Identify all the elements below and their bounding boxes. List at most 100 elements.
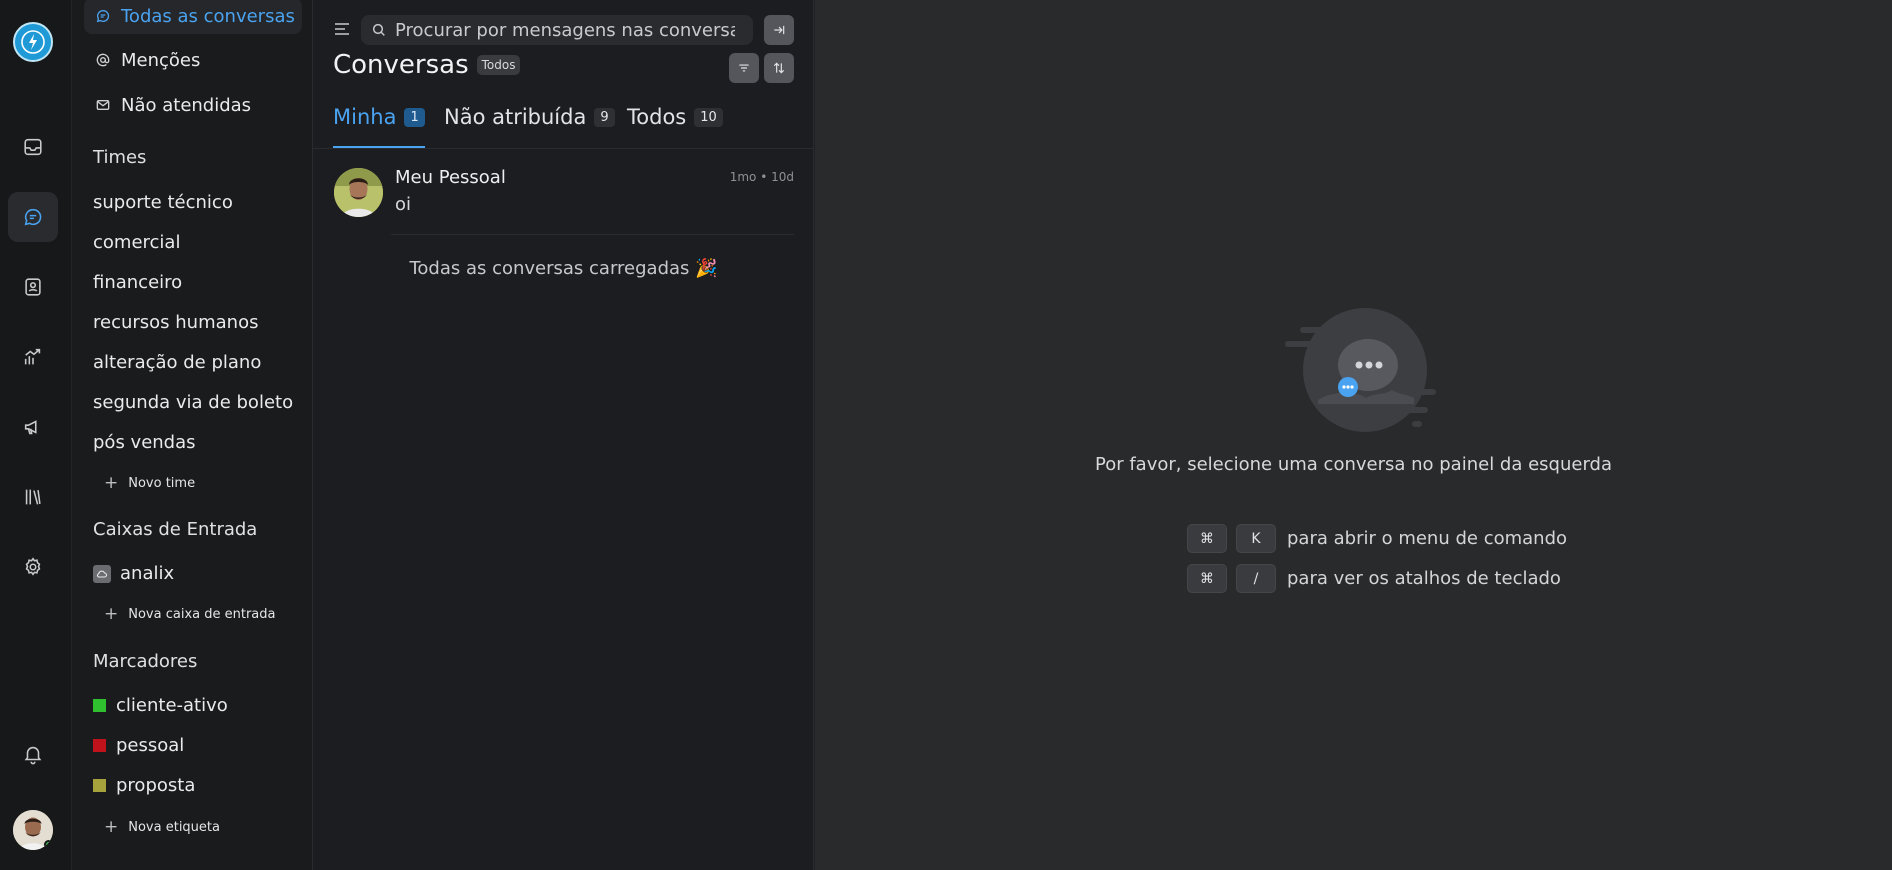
conversation-timestamp: 1mo • 10d [729,170,794,184]
tab-count-badge: 9 [594,107,615,127]
command-key: ⌘ [1187,564,1227,593]
online-status-dot [44,840,53,849]
label-color-swatch [93,779,106,792]
sidebar-item-label: Não atendidas [121,94,252,116]
team-item[interactable]: alteração de plano [93,352,261,373]
plus-icon: + [104,604,119,624]
labels-heading: Marcadores [93,651,198,672]
bell-icon [24,746,42,765]
campaigns-nav-button[interactable] [8,402,58,452]
label-color-swatch [93,699,106,712]
conversation-last-message: oi [395,194,412,215]
collapse-panel-button[interactable] [764,15,794,45]
new-label-label: Nova etiqueta [128,819,220,835]
tab-unassigned[interactable]: Não atribuída 9 [444,100,615,134]
search-icon [372,23,385,36]
label-item-cliente-ativo[interactable]: cliente-ativo [93,695,228,716]
filter-icon [739,64,749,72]
chat-icon [95,8,111,24]
tab-all[interactable]: Todos 10 [627,100,723,134]
label-item-name: cliente-ativo [116,695,228,716]
new-label-button[interactable]: + Nova etiqueta [104,817,220,837]
arrow-to-right-icon [774,25,785,35]
new-team-button[interactable]: + Novo time [104,473,195,493]
label-color-swatch [93,739,106,752]
library-icon [25,489,41,505]
team-item[interactable]: financeiro [93,272,182,293]
notifications-button[interactable] [8,729,58,779]
sort-button[interactable] [764,53,794,83]
tabs-divider [313,148,814,149]
teams-heading: Times [93,147,147,168]
sidebar-item-label: Menções [121,49,201,71]
sidebar-item-all-conversations[interactable]: Todas as conversas [84,0,302,34]
shortcut-command-menu: ⌘ K para abrir o menu de comando [1187,524,1567,553]
label-item-name: pessoal [116,735,185,756]
sidebar-item-unattended[interactable]: Não atendidas [84,87,251,123]
inbox-item-analix[interactable]: analix [93,563,174,584]
library-nav-button[interactable] [8,472,58,522]
inbox-icon [24,138,42,156]
mail-icon [95,97,111,113]
label-item-proposta[interactable]: proposta [93,775,195,796]
conversation-list-panel: Conversas Todos Minha 1 Não atribuída 9 … [313,0,814,870]
page-title: Conversas Todos [333,50,521,80]
tab-label: Minha [333,105,397,129]
conversation-tabs: Minha 1 Não atribuída 9 Todos 10 [333,100,814,148]
tab-count-badge: 10 [694,107,723,127]
sidebar-item-label: Todas as conversas [121,5,295,27]
tab-label: Não atribuída [444,105,587,129]
new-inbox-label: Nova caixa de entrada [128,606,276,622]
user-avatar[interactable] [13,810,53,850]
contact-avatar [334,168,383,217]
shortcut-description: para abrir o menu de comando [1287,528,1568,549]
settings-nav-button[interactable] [8,542,58,592]
inboxes-heading: Caixas de Entrada [93,519,258,540]
team-item[interactable]: comercial [93,232,180,253]
team-item[interactable]: recursos humanos [93,312,258,333]
slash-key: / [1236,564,1276,593]
shortcut-keyboard-shortcuts: ⌘ / para ver os atalhos de teclado [1187,564,1561,593]
plus-icon: + [104,817,119,837]
reports-nav-button[interactable] [8,332,58,382]
command-key: ⌘ [1187,524,1227,553]
new-team-label: Novo time [128,475,196,491]
campaigns-icon [24,420,37,435]
plus-icon: + [104,473,119,493]
k-key: K [1236,524,1276,553]
team-item[interactable]: segunda via de boleto [93,392,293,413]
all-loaded-message: Todas as conversas carregadas 🎉 [409,258,718,279]
label-item-pessoal[interactable]: pessoal [93,735,184,756]
empty-state-message: Por favor, selecione uma conversa no pai… [1094,454,1613,475]
app-logo[interactable] [13,22,53,62]
team-item[interactable]: pós vendas [93,432,196,453]
conversations-icon [24,208,42,226]
page-title-text: Conversas [333,50,469,80]
tab-label: Todos [627,105,687,129]
contacts-nav-button[interactable] [8,262,58,312]
reports-icon [24,348,41,365]
sidebar-item-mentions[interactable]: Menções [84,42,200,78]
tab-mine[interactable]: Minha 1 [333,100,425,134]
conversation-divider [391,234,794,235]
shortcut-description: para ver os atalhos de teclado [1287,568,1561,589]
conversation-item[interactable]: Meu Pessoal oi 1mo • 10d [313,160,814,236]
settings-icon [25,557,41,576]
inbox-nav-button[interactable] [8,122,58,172]
new-inbox-button[interactable]: + Nova caixa de entrada [104,604,275,624]
conversations-nav-button[interactable] [8,192,58,242]
tab-count-badge: 1 [404,107,425,127]
status-filter-pill[interactable]: Todos [476,55,521,75]
search-bar[interactable] [361,15,753,45]
icon-rail [0,0,72,870]
menu-icon[interactable] [333,21,351,37]
sort-icon [773,62,785,74]
empty-chat-illustration [1285,308,1436,432]
team-item[interactable]: suporte técnico [93,192,233,213]
conversation-detail-pane: Por favor, selecione uma conversa no pai… [815,0,1892,870]
search-input[interactable] [395,19,735,41]
label-item-name: proposta [116,775,196,796]
contacts-icon [25,278,41,296]
conversation-contact-name: Meu Pessoal [395,167,506,188]
filter-button[interactable] [729,53,759,83]
